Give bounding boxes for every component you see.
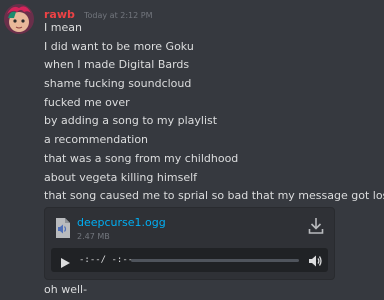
playback-time: -:--/ -:--: [79, 255, 134, 265]
volume-icon[interactable]: [308, 253, 322, 267]
message-line: when I made Digital Bards: [44, 58, 190, 72]
message-line: I mean: [44, 21, 82, 34]
play-icon[interactable]: [59, 254, 71, 268]
message-line: I did want to be more Goku: [44, 39, 194, 53]
avatar[interactable]: [4, 4, 34, 34]
audio-player: -:--/ -:--: [51, 248, 328, 272]
message-line: that was a song from my childhood: [44, 151, 239, 165]
message-line: about vegeta killing himself: [44, 170, 198, 184]
download-icon[interactable]: [308, 217, 324, 235]
message-header: rawb Today at 2:12 PM: [44, 3, 152, 21]
message-line: a recommendation: [44, 133, 149, 147]
file-size: 2.47 MB: [77, 232, 110, 241]
audio-attachment: deepcurse1.ogg 2.47 MB -:--/ -:--: [44, 207, 335, 280]
message-line: fucked me over: [44, 95, 130, 109]
chat-message: rawb Today at 2:12 PM I mean I did want …: [0, 0, 384, 300]
message-body: I mean I did want to be more Goku when I…: [44, 19, 384, 206]
progress-bar[interactable]: [131, 259, 299, 262]
message-line: that song caused me to sprial so bad tha…: [44, 189, 384, 203]
file-name-link[interactable]: deepcurse1.ogg: [77, 216, 166, 229]
message-line: oh well-: [44, 283, 88, 296]
message-line: by adding a song to my playlist: [44, 114, 218, 128]
message-line: shame fucking soundcloud: [44, 77, 192, 91]
audio-file-icon: [55, 217, 71, 239]
